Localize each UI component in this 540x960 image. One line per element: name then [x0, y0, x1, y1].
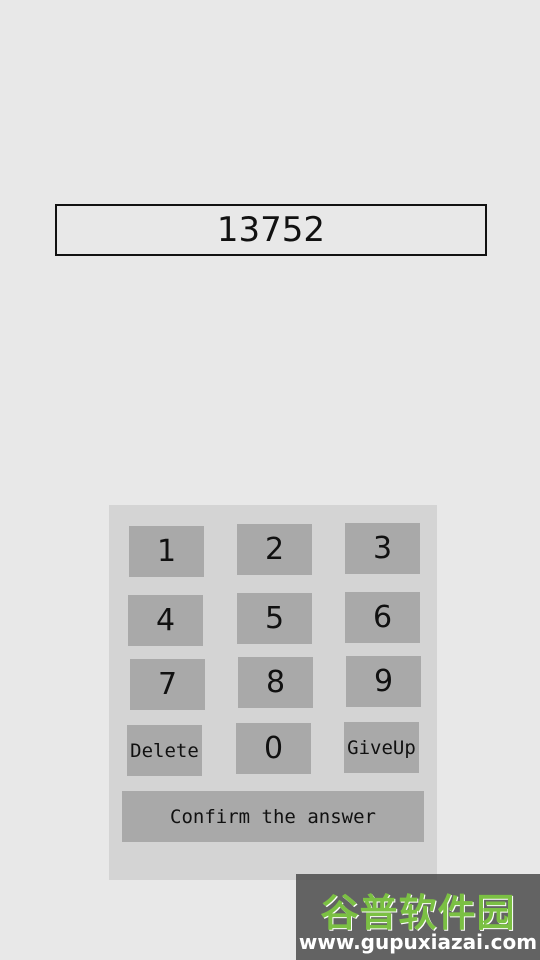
- key-9[interactable]: 9: [346, 656, 421, 707]
- give-up-button[interactable]: GiveUp: [344, 722, 419, 773]
- key-6[interactable]: 6: [345, 592, 420, 643]
- key-0[interactable]: 0: [236, 723, 311, 774]
- key-3[interactable]: 3: [345, 523, 420, 574]
- key-5[interactable]: 5: [237, 593, 312, 644]
- key-2[interactable]: 2: [237, 524, 312, 575]
- key-8[interactable]: 8: [238, 657, 313, 708]
- key-1[interactable]: 1: [129, 526, 204, 577]
- key-4[interactable]: 4: [128, 595, 203, 646]
- key-7[interactable]: 7: [130, 659, 205, 710]
- watermark: 谷普软件园 www.gupuxiazai.com: [296, 874, 540, 960]
- delete-button[interactable]: Delete: [127, 725, 202, 776]
- watermark-url: www.gupuxiazai.com: [298, 930, 538, 954]
- confirm-answer-button[interactable]: Confirm the answer: [122, 791, 424, 842]
- watermark-logo: 谷普软件园: [320, 891, 516, 935]
- answer-display: 13752: [55, 204, 487, 256]
